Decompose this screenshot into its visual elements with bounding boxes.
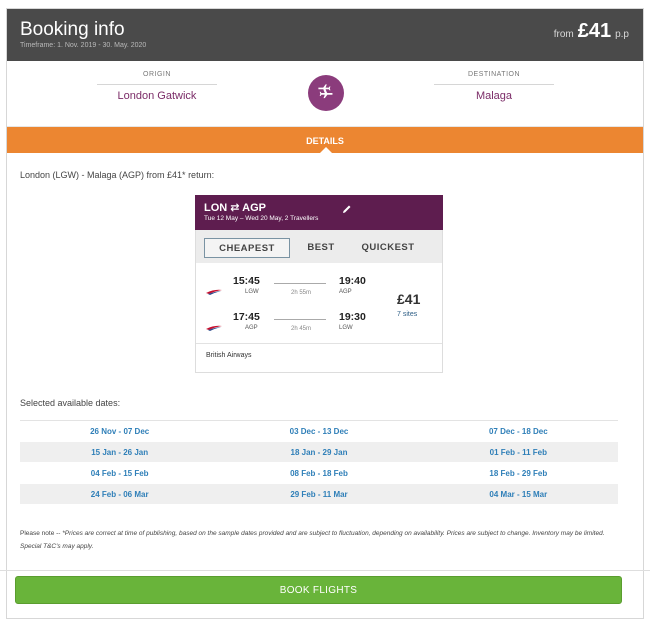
dates-row: 04 Feb - 15 Feb 08 Feb - 18 Feb 18 Feb -… (20, 463, 618, 484)
inbound-depart-airport: AGP (245, 325, 258, 331)
date-range-link[interactable]: 18 Jan - 29 Jan (219, 442, 418, 462)
inbound-arrive-time: 19:30 (339, 311, 366, 323)
widget-subtitle: Tue 12 May – Wed 20 May, 2 Travellers (204, 215, 319, 222)
date-range-link[interactable]: 04 Feb - 15 Feb (20, 463, 219, 483)
note-prefix: Please note -- (20, 530, 63, 537)
details-tab[interactable]: DETAILS (7, 127, 643, 153)
date-range-link[interactable]: 26 Nov - 07 Dec (20, 421, 219, 441)
result-sites[interactable]: 7 sites (397, 311, 417, 318)
note-text: *Prices are correct at time of publishin… (20, 530, 605, 550)
sort-tabs: CHEAPEST BEST QUICKEST (195, 230, 443, 263)
widget-header: LON ⇄ AGP Tue 12 May – Wed 20 May, 2 Tra… (195, 195, 443, 230)
header-price: from £41 p.p (554, 20, 629, 43)
price-suffix: p.p (615, 29, 629, 40)
booking-title: Booking info (20, 19, 125, 40)
tab-best[interactable]: BEST (296, 238, 346, 258)
date-range-link[interactable]: 01 Feb - 11 Feb (419, 442, 618, 462)
inbound-depart-time: 17:45 (233, 311, 260, 323)
date-range-link[interactable]: 03 Dec - 13 Dec (219, 421, 418, 441)
flight-result[interactable]: 15:45 LGW 2h 55m 19:40 AGP 17:45 AGP 2h … (195, 263, 443, 373)
date-range-link[interactable]: 04 Mar - 15 Mar (419, 484, 618, 504)
price-value: £41 (577, 20, 612, 42)
date-range-link[interactable]: 18 Feb - 29 Feb (419, 463, 618, 483)
airline-logo-icon (206, 282, 222, 300)
dates-table: 26 Nov - 07 Dec 03 Dec - 13 Dec 07 Dec -… (20, 420, 618, 505)
inbound-arrive-airport: LGW (339, 325, 353, 331)
outbound-duration: 2h 55m (290, 290, 311, 296)
inbound-leg: 17:45 AGP 2h 45m 19:30 LGW (196, 311, 376, 337)
origin-divider (97, 84, 217, 85)
outbound-arrive-time: 19:40 (339, 275, 366, 287)
outbound-arrive-airport: AGP (339, 289, 352, 295)
outbound-depart-time: 15:45 (233, 275, 260, 287)
intro-text: London (LGW) - Malaga (AGP) from £41* re… (20, 170, 215, 180)
origin-block: ORIGIN London Gatwick (97, 71, 217, 102)
route-section: ORIGIN London Gatwick DESTINATION Malaga (7, 61, 643, 127)
origin-label: ORIGIN (143, 71, 171, 78)
outbound-leg: 15:45 LGW 2h 55m 19:40 AGP (196, 275, 376, 301)
outbound-line (274, 283, 326, 284)
tab-quickest[interactable]: QUICKEST (358, 238, 418, 258)
airline-logo-icon (206, 318, 222, 336)
destination-label: DESTINATION (467, 71, 521, 78)
price-disclaimer: Please note -- *Prices are correct at ti… (20, 527, 620, 553)
date-range-link[interactable]: 29 Feb - 11 Mar (219, 484, 418, 504)
destination-block: DESTINATION Malaga (434, 71, 554, 102)
book-flights-button[interactable]: BOOK FLIGHTS (15, 576, 622, 604)
footer-divider (0, 570, 650, 571)
flight-widget: LON ⇄ AGP Tue 12 May – Wed 20 May, 2 Tra… (195, 195, 443, 373)
date-range-link[interactable]: 07 Dec - 18 Dec (419, 421, 618, 441)
date-range-link[interactable]: 15 Jan - 26 Jan (20, 442, 219, 462)
tab-cheapest[interactable]: CHEAPEST (204, 238, 290, 258)
timeframe-text: Timeframe: 1. Nov. 2019 - 30. May. 2020 (20, 42, 147, 49)
origin-value: London Gatwick (117, 90, 197, 102)
date-range-link[interactable]: 08 Feb - 18 Feb (219, 463, 418, 483)
widget-route: LON ⇄ AGP (204, 202, 266, 214)
price-prefix: from (553, 29, 574, 40)
airline-name: British Airways (206, 352, 252, 359)
dates-row: 15 Jan - 26 Jan 18 Jan - 29 Jan 01 Feb -… (20, 442, 618, 463)
booking-header: Booking info Timeframe: 1. Nov. 2019 - 3… (7, 9, 643, 61)
dates-row: 26 Nov - 07 Dec 03 Dec - 13 Dec 07 Dec -… (20, 421, 618, 442)
inbound-line (274, 319, 326, 320)
dates-row: 24 Feb - 06 Mar 29 Feb - 11 Mar 04 Mar -… (20, 484, 618, 505)
inbound-duration: 2h 45m (290, 326, 311, 332)
selected-dates-label: Selected available dates: (20, 398, 121, 408)
details-pointer (320, 147, 332, 153)
date-range-link[interactable]: 24 Feb - 06 Mar (20, 484, 219, 504)
airline-divider (196, 343, 442, 344)
details-label: DETAILS (306, 136, 344, 146)
destination-value: Malaga (475, 90, 513, 102)
plane-icon (308, 75, 344, 111)
destination-divider (434, 84, 554, 85)
outbound-depart-airport: LGW (245, 289, 259, 295)
result-price: £41 (397, 291, 421, 307)
edit-pencil-icon[interactable] (342, 201, 352, 219)
